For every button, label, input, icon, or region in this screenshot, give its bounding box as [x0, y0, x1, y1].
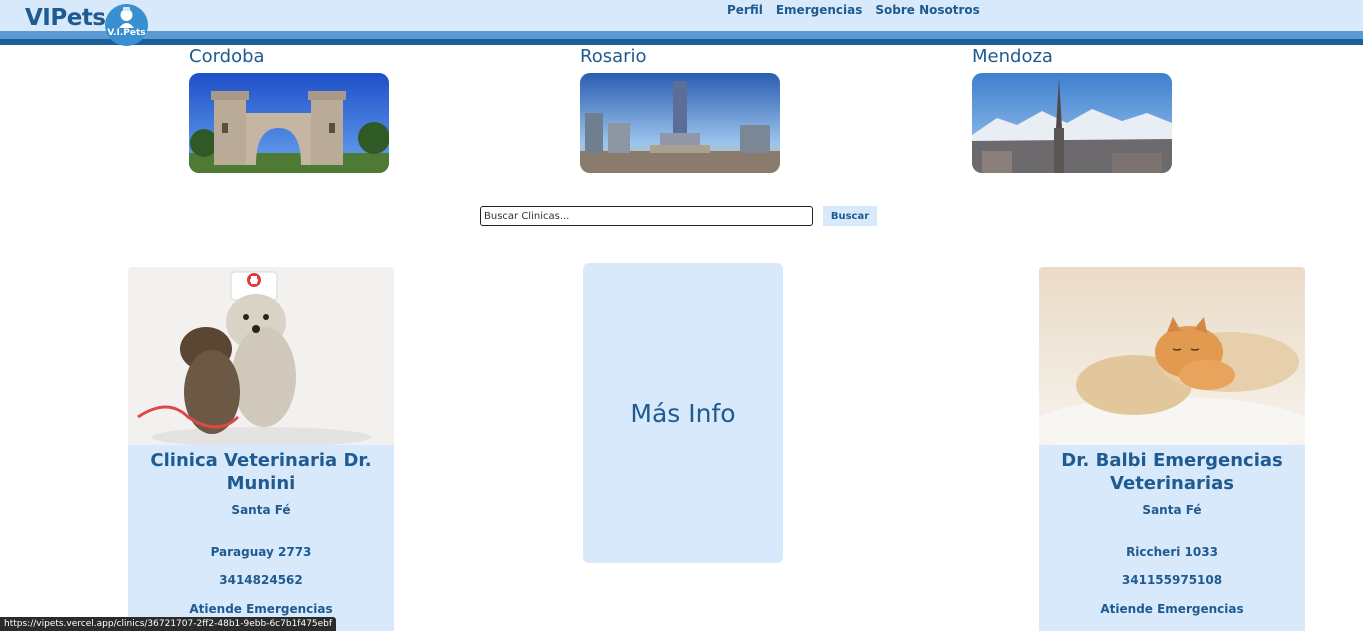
clinic-card-munini[interactable]: Clinica Veterinaria Dr. Munini Santa Fé …: [128, 267, 394, 631]
clinic-phone: 3414824562: [219, 573, 303, 587]
puppy-and-kitten-sleeping-photo: [1039, 267, 1305, 445]
clinic-emergency: Atiende Emergencias: [189, 602, 333, 616]
mendoza-mountains-photo[interactable]: [972, 73, 1172, 173]
clinic-card-balbi[interactable]: Dr. Balbi Emergencias Veterinarias Santa…: [1039, 267, 1305, 631]
header-band-light: [0, 31, 1363, 39]
rosario-monument-photo[interactable]: [580, 73, 780, 173]
city-name: Rosario: [580, 46, 647, 67]
city-card-mendoza[interactable]: Mendoza: [972, 46, 1172, 173]
clinic-emergency: Atiende Emergencias: [1100, 602, 1244, 616]
main-nav: Perfil Emergencias Sobre Nosotros: [727, 3, 980, 17]
top-navbar: [0, 0, 1363, 31]
search-input[interactable]: [480, 206, 813, 226]
status-bar-url: https://vipets.vercel.app/clinics/367217…: [0, 617, 337, 631]
header-band-dark: [0, 39, 1363, 45]
logo-text: VIPets: [25, 5, 106, 31]
clinic-name[interactable]: Dr. Balbi Emergencias Veterinarias: [1039, 449, 1305, 495]
clinic-address: Riccheri 1033: [1126, 545, 1218, 559]
nav-emergencias[interactable]: Emergencias: [776, 3, 863, 17]
more-info-button[interactable]: Más Info: [583, 263, 783, 563]
nav-perfil[interactable]: Perfil: [727, 3, 763, 17]
city-card-cordoba[interactable]: Cordoba: [189, 46, 389, 173]
logo-badge-label: V.I.Pets: [107, 28, 146, 38]
clinic-name[interactable]: Clinica Veterinaria Dr. Munini: [128, 449, 394, 495]
vet-logo-icon: [119, 7, 134, 28]
logo-badge-icon: V.I.Pets: [105, 4, 148, 46]
city-name: Cordoba: [189, 46, 265, 67]
clinic-province: Santa Fé: [1142, 503, 1202, 517]
search-button[interactable]: Buscar: [823, 206, 877, 226]
clinic-province: Santa Fé: [231, 503, 291, 517]
nav-sobre-nosotros[interactable]: Sobre Nosotros: [875, 3, 979, 17]
clinic-address: Paraguay 2773: [210, 545, 312, 559]
dogs-with-nurse-hat-photo: [128, 267, 394, 445]
city-name: Mendoza: [972, 46, 1053, 67]
cordoba-arch-photo[interactable]: [189, 73, 389, 173]
clinic-phone: 341155975108: [1121, 573, 1223, 587]
city-card-rosario[interactable]: Rosario: [580, 46, 780, 173]
